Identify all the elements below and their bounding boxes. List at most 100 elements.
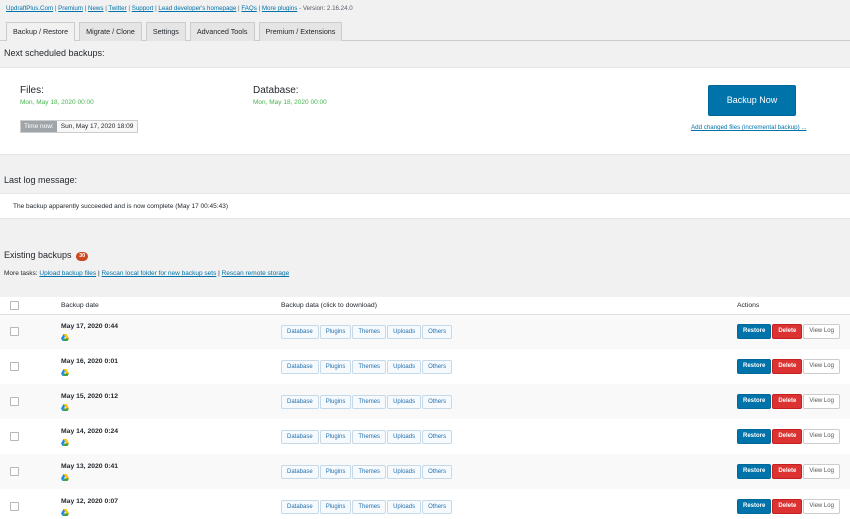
google-drive-icon: [61, 368, 69, 376]
time-now-label: Time now:: [21, 121, 57, 132]
download-database-button[interactable]: Database: [281, 359, 319, 374]
existing-backups-heading: Existing backups 30: [4, 250, 89, 261]
tab-advanced-tools[interactable]: Advanced Tools: [189, 22, 255, 41]
scheduled-heading: Next scheduled backups:: [4, 48, 105, 58]
link-premium[interactable]: Premium: [58, 5, 83, 12]
view-log-button[interactable]: View Log: [803, 359, 840, 374]
view-log-button[interactable]: View Log: [803, 429, 840, 444]
log-heading: Last log message:: [4, 175, 78, 185]
rescan-remote-storage-link[interactable]: Rescan remote storage: [222, 270, 290, 277]
delete-button[interactable]: Delete: [772, 499, 803, 514]
download-others-button[interactable]: Others: [422, 429, 453, 444]
row-checkbox[interactable]: [10, 397, 19, 406]
delete-button[interactable]: Delete: [772, 394, 803, 409]
tab-migrate-clone[interactable]: Migrate / Clone: [79, 22, 142, 41]
col-actions: Actions: [737, 297, 850, 315]
download-database-button[interactable]: Database: [281, 499, 319, 514]
time-now-value: Sun, May 17, 2020 18:09: [56, 121, 138, 132]
download-uploads-button[interactable]: Uploads: [387, 464, 422, 479]
delete-button[interactable]: Delete: [772, 324, 803, 340]
download-themes-button[interactable]: Themes: [352, 324, 387, 339]
link-more-plugins[interactable]: More plugins: [262, 5, 297, 12]
download-plugins-button[interactable]: Plugins: [319, 394, 352, 409]
backup-date: May 17, 2020 0:44: [61, 322, 119, 330]
download-themes-button[interactable]: Themes: [352, 499, 387, 514]
version-text: - Version: 2.16.24.0: [299, 5, 353, 12]
download-themes-button[interactable]: Themes: [352, 359, 387, 374]
download-others-button[interactable]: Others: [422, 394, 453, 409]
upload-backup-files-link[interactable]: Upload backup files: [39, 270, 96, 277]
delete-button[interactable]: Delete: [772, 429, 803, 444]
download-database-button[interactable]: Database: [281, 429, 319, 444]
restore-button[interactable]: Restore: [737, 499, 772, 514]
header-links: UpdraftPlus.Com | Premium | News | Twitt…: [6, 5, 353, 12]
tab-premium-extensions[interactable]: Premium / Extensions: [258, 22, 343, 41]
google-drive-icon: [61, 438, 69, 446]
restore-button[interactable]: Restore: [737, 324, 772, 340]
download-plugins-button[interactable]: Plugins: [319, 429, 352, 444]
view-log-button[interactable]: View Log: [803, 394, 840, 409]
database-label: Database:: [253, 85, 299, 96]
download-plugins-button[interactable]: Plugins: [319, 464, 352, 479]
tab-backup-restore[interactable]: Backup / Restore: [6, 22, 76, 42]
download-database-button[interactable]: Database: [281, 394, 319, 409]
row-checkbox[interactable]: [10, 502, 19, 511]
select-all-checkbox[interactable]: [10, 300, 19, 310]
download-database-button[interactable]: Database: [281, 324, 319, 339]
link-updraftplus-com[interactable]: UpdraftPlus.Com: [6, 5, 53, 12]
link-faqs[interactable]: FAQs: [241, 5, 256, 12]
download-database-button[interactable]: Database: [281, 464, 319, 479]
download-uploads-button[interactable]: Uploads: [387, 324, 422, 339]
download-themes-button[interactable]: Themes: [352, 394, 387, 409]
existing-backups-title: Existing backups: [4, 250, 72, 260]
download-uploads-button[interactable]: Uploads: [387, 394, 422, 409]
nav-tabs: Backup / Restore Migrate / Clone Setting…: [6, 22, 343, 42]
download-others-button[interactable]: Others: [422, 324, 453, 339]
google-drive-icon: [61, 333, 69, 341]
table-row: May 16, 2020 0:01 Database Plugins Themes Up…: [0, 349, 850, 384]
download-plugins-button[interactable]: Plugins: [319, 499, 352, 514]
download-plugins-button[interactable]: Plugins: [319, 359, 352, 374]
download-uploads-button[interactable]: Uploads: [387, 429, 422, 444]
delete-button[interactable]: Delete: [772, 464, 803, 479]
google-drive-icon: [61, 508, 69, 516]
table-row: May 17, 2020 0:44 Database Plugins Themes Up…: [0, 314, 850, 349]
files-next-date: Mon, May 18, 2020 00:00: [20, 99, 94, 106]
rescan-local-folder-link[interactable]: Rescan local folder for new backup sets: [101, 270, 216, 277]
row-checkbox[interactable]: [10, 327, 19, 337]
delete-button[interactable]: Delete: [772, 359, 803, 374]
view-log-button[interactable]: View Log: [803, 464, 840, 479]
link-twitter[interactable]: Twitter: [108, 5, 126, 12]
view-log-button[interactable]: View Log: [803, 499, 840, 514]
table-row: May 15, 2020 0:12 Database Plugins Themes Up…: [0, 384, 850, 419]
link-news[interactable]: News: [88, 5, 103, 12]
link-support[interactable]: Support: [132, 5, 154, 12]
row-checkbox[interactable]: [10, 362, 19, 371]
more-tasks-label: More tasks:: [4, 270, 38, 277]
download-themes-button[interactable]: Themes: [352, 429, 387, 444]
download-uploads-button[interactable]: Uploads: [387, 499, 422, 514]
more-tasks: More tasks: Upload backup files | Rescan…: [4, 270, 290, 277]
download-others-button[interactable]: Others: [422, 499, 453, 514]
backup-date: May 15, 2020 0:12: [61, 392, 119, 400]
tab-settings[interactable]: Settings: [145, 22, 186, 41]
backup-date: May 13, 2020 0:41: [61, 462, 119, 470]
restore-button[interactable]: Restore: [737, 464, 772, 479]
download-plugins-button[interactable]: Plugins: [319, 324, 352, 339]
row-checkbox[interactable]: [10, 432, 19, 441]
download-uploads-button[interactable]: Uploads: [387, 359, 422, 374]
link-lead-developer[interactable]: Lead developer's homepage: [158, 5, 236, 12]
table-header-row: Backup date Backup data (click to downlo…: [0, 297, 850, 315]
restore-button[interactable]: Restore: [737, 359, 772, 374]
table-row: May 13, 2020 0:41 Database Plugins Themes Up…: [0, 454, 850, 489]
backup-now-button[interactable]: Backup Now: [708, 85, 796, 116]
incremental-backup-link[interactable]: Add changed files (incremental backup) .…: [691, 124, 807, 131]
download-themes-button[interactable]: Themes: [352, 464, 387, 479]
download-others-button[interactable]: Others: [422, 359, 453, 374]
database-next-date: Mon, May 18, 2020 00:00: [253, 99, 327, 106]
download-others-button[interactable]: Others: [422, 464, 453, 479]
view-log-button[interactable]: View Log: [803, 324, 840, 340]
row-checkbox[interactable]: [10, 467, 19, 476]
restore-button[interactable]: Restore: [737, 394, 772, 409]
restore-button[interactable]: Restore: [737, 429, 772, 444]
